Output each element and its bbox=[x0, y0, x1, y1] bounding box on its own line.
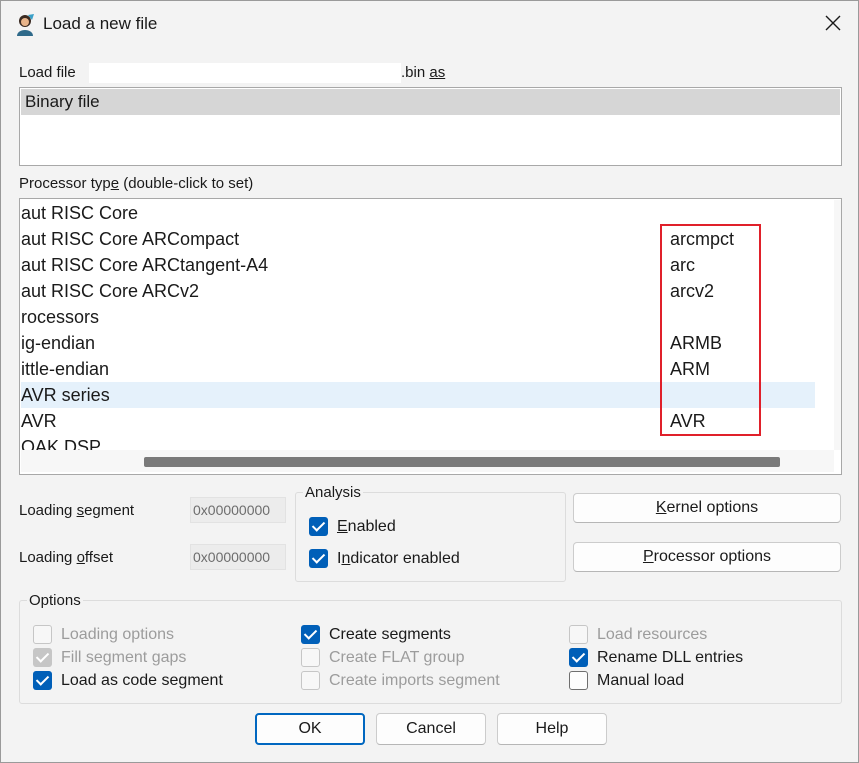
rename-dll-entries-checkbox[interactable] bbox=[569, 648, 588, 667]
processor-name: ittle-endian bbox=[21, 359, 110, 379]
create-imports-segment-checkbox[interactable] bbox=[301, 671, 320, 690]
processor-name: OAK DSP bbox=[21, 437, 102, 450]
fill-segment-gaps-checkbox[interactable] bbox=[33, 648, 52, 667]
analysis-enabled-checkbox[interactable] bbox=[309, 517, 328, 536]
analysis-group bbox=[295, 492, 566, 582]
create-imports-segment-label: Create imports segment bbox=[329, 672, 500, 689]
loading-segment-label: Loading segment bbox=[19, 502, 135, 519]
processor-name: aut RISC Core ARCtangent-A4 bbox=[21, 255, 269, 275]
kernel-options-button[interactable]: Kernel options bbox=[573, 493, 841, 523]
title-bar[interactable]: Load a new file bbox=[1, 1, 858, 45]
horizontal-scroll-thumb[interactable] bbox=[144, 457, 780, 467]
horizontal-scrollbar[interactable] bbox=[21, 450, 834, 472]
processor-name: aut RISC Core ARCompact bbox=[21, 229, 240, 249]
load-resources-checkbox[interactable] bbox=[569, 625, 588, 644]
app-icon bbox=[17, 14, 34, 36]
list-item[interactable]: aut RISC Core bbox=[21, 200, 815, 226]
load-as-code-segment-checkbox[interactable] bbox=[33, 671, 52, 690]
rename-dll-entries-label: Rename DLL entries bbox=[597, 649, 744, 666]
loading-offset-field[interactable]: 0x00000000 bbox=[190, 544, 286, 570]
indicator-enabled-label: Indicator enabled bbox=[337, 550, 460, 567]
manual-load-checkbox[interactable] bbox=[569, 671, 588, 690]
loading-options-checkbox[interactable] bbox=[33, 625, 52, 644]
create-segments-label: Create segments bbox=[329, 626, 451, 643]
close-button[interactable] bbox=[811, 7, 855, 39]
loading-segment-field[interactable]: 0x00000000 bbox=[190, 497, 286, 523]
processor-name: AVR series bbox=[21, 385, 110, 405]
manual-load-label: Manual load bbox=[597, 672, 685, 689]
load-file-extension: .bin as bbox=[401, 64, 446, 81]
load-file-dialog: Load a new file Load file .bin as Binary… bbox=[0, 0, 859, 763]
load-resources-label: Load resources bbox=[597, 626, 708, 643]
analysis-group-title: Analysis bbox=[303, 484, 363, 501]
loading-offset-label: Loading offset bbox=[19, 549, 113, 566]
processor-name: AVR bbox=[21, 411, 57, 431]
create-flat-group-checkbox[interactable] bbox=[301, 648, 320, 667]
list-item[interactable]: OAK DSP bbox=[21, 434, 815, 450]
redacted-filename bbox=[89, 63, 401, 83]
file-type-list[interactable]: Binary file bbox=[19, 87, 842, 166]
ok-button[interactable]: OK bbox=[255, 713, 365, 745]
processor-name: aut RISC Core ARCv2 bbox=[21, 281, 200, 301]
processor-type-label: Processor type (double-click to set) bbox=[19, 175, 254, 192]
help-button[interactable]: Help bbox=[497, 713, 607, 745]
load-file-label: Load file bbox=[19, 64, 76, 81]
options-group-title: Options bbox=[27, 592, 83, 609]
close-icon bbox=[825, 15, 841, 31]
loading-options-label: Loading options bbox=[61, 626, 174, 643]
processor-options-button[interactable]: Processor options bbox=[573, 542, 841, 572]
load-as-code-segment-label: Load as code segment bbox=[61, 672, 223, 689]
processor-name: ig-endian bbox=[21, 333, 96, 353]
processor-name: aut RISC Core bbox=[21, 203, 139, 223]
fill-segment-gaps-label: Fill segment gaps bbox=[61, 649, 187, 666]
vertical-scrollbar[interactable] bbox=[834, 200, 841, 450]
red-annotation-box bbox=[660, 224, 761, 436]
create-flat-group-label: Create FLAT group bbox=[329, 649, 465, 666]
window-title: Load a new file bbox=[43, 14, 158, 33]
indicator-enabled-checkbox[interactable] bbox=[309, 549, 328, 568]
analysis-enabled-label: Enabled bbox=[337, 518, 396, 535]
cancel-button[interactable]: Cancel bbox=[376, 713, 486, 745]
create-segments-checkbox[interactable] bbox=[301, 625, 320, 644]
list-item[interactable]: Binary file bbox=[21, 89, 840, 115]
processor-name: rocessors bbox=[21, 307, 100, 327]
